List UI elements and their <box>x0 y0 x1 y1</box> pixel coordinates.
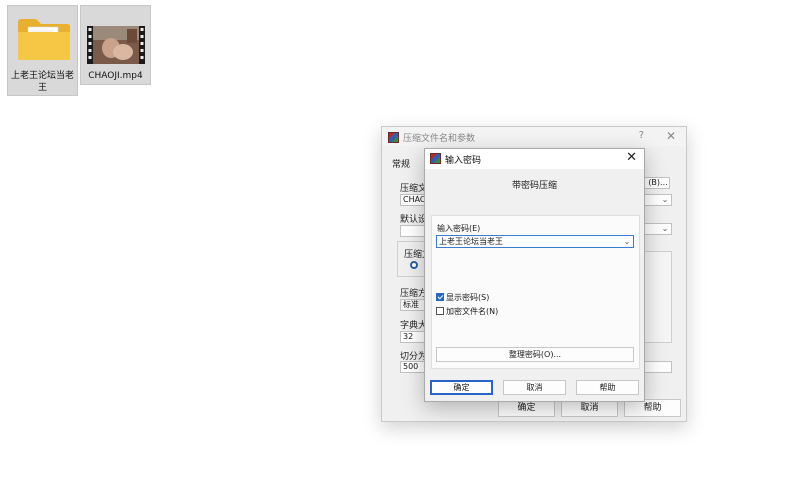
password-input[interactable]: 上老王论坛当老王 ⌄ <box>436 235 634 248</box>
close-icon[interactable]: ✕ <box>666 129 676 143</box>
tab-general[interactable]: 常规 <box>392 157 410 170</box>
encrypt-filenames-label: 加密文件名(N) <box>446 307 499 316</box>
password-dialog: 输入密码 ✕ 带密码压缩 输入密码(E) 上老王论坛当老王 ⌄ 显示密码(S) … <box>424 148 645 402</box>
video-thumbnail-icon <box>87 26 145 64</box>
password-label: 输入密码(E) <box>437 224 481 233</box>
checkbox-unchecked-icon[interactable] <box>436 307 444 315</box>
password-cancel-button[interactable]: 取消 <box>503 380 566 395</box>
archive-dialog-titlebar: 压缩文件名和参数 ? ✕ <box>382 127 686 147</box>
organize-passwords-button[interactable]: 整理密码(O)... <box>436 347 634 362</box>
password-value: 上老王论坛当老王 <box>439 237 503 246</box>
help-icon[interactable]: ? <box>639 130 644 141</box>
show-password-label: 显示密码(S) <box>446 293 490 302</box>
compression-method-label: 压缩方 <box>400 289 428 299</box>
password-dialog-title: 输入密码 <box>445 156 482 166</box>
update-mode-select[interactable]: ⌄ <box>644 194 672 206</box>
password-dialog-heading: 带密码压缩 <box>511 181 557 191</box>
checkbox-checked-icon[interactable] <box>436 293 444 301</box>
folder-item[interactable]: 上老王论坛当老王 <box>7 5 78 96</box>
chevron-down-icon: ⌄ <box>661 195 669 204</box>
default-profile-label: 默认设 <box>400 215 428 225</box>
password-ok-button[interactable]: 确定 <box>430 380 493 395</box>
options-select[interactable]: ⌄ <box>644 223 672 235</box>
show-password-checkbox[interactable]: 显示密码(S) <box>436 292 489 303</box>
video-label: CHAOJI.mp4 <box>88 71 143 81</box>
winrar-app-icon <box>430 153 441 164</box>
browse-button[interactable]: (B)... <box>644 177 670 189</box>
chevron-down-icon: ⌄ <box>661 224 669 233</box>
archive-dialog-title: 压缩文件名和参数 <box>403 134 476 144</box>
options-panel <box>644 251 672 343</box>
folder-icon <box>18 19 70 60</box>
winrar-app-icon <box>388 132 399 143</box>
video-file-item[interactable]: CHAOJI.mp4 <box>80 5 151 85</box>
archive-name-label: 压缩文 <box>400 184 428 194</box>
password-set-button[interactable] <box>644 361 672 373</box>
chevron-down-icon[interactable]: ⌄ <box>621 236 633 247</box>
password-dialog-titlebar: 输入密码 ✕ <box>425 149 644 169</box>
format-radio[interactable] <box>410 261 418 269</box>
password-help-button[interactable]: 帮助 <box>576 380 639 395</box>
folder-label: 上老王论坛当老王 <box>10 71 74 93</box>
encrypt-filenames-checkbox[interactable]: 加密文件名(N) <box>436 306 498 317</box>
dictionary-size-label: 字典大 <box>400 321 428 331</box>
close-icon[interactable]: ✕ <box>626 150 637 165</box>
